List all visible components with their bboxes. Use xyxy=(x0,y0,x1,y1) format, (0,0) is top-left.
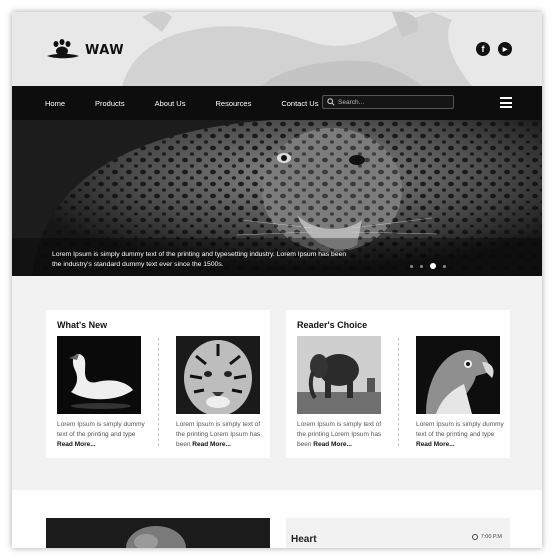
card-item-description: Lorem Ipsum is simply dummy text of the … xyxy=(416,421,504,438)
nav-item-products[interactable]: Products xyxy=(95,99,125,108)
article-time: 7:00 P.M xyxy=(471,534,502,540)
youtube-icon[interactable]: ▶ xyxy=(498,42,512,56)
read-more-link[interactable]: Read More... xyxy=(416,441,455,448)
paw-logo-icon xyxy=(47,39,79,59)
nav-item-contact-us[interactable]: Contact Us xyxy=(281,99,318,108)
card-whats-new: What's New Lorem Ipsum is simply dummy t… xyxy=(46,310,270,458)
nav-item-about-us[interactable]: About Us xyxy=(155,99,186,108)
logo[interactable]: WAW xyxy=(47,39,124,61)
card-title: What's New xyxy=(57,320,108,330)
eagle-image[interactable] xyxy=(416,336,500,414)
nav-item-resources[interactable]: Resources xyxy=(215,99,251,108)
card-readers-choice: Reader's Choice Lorem Ipsum is simply te… xyxy=(286,310,510,458)
slider-dot-active[interactable] xyxy=(430,263,436,269)
slider-dots xyxy=(410,263,446,269)
nav-item-home[interactable]: Home xyxy=(45,99,65,108)
search-input[interactable] xyxy=(338,98,448,106)
bottom-article-panel: Heart 7:00 P.M xyxy=(286,518,510,548)
elephant-image[interactable] xyxy=(297,336,381,414)
read-more-link[interactable]: Read More... xyxy=(192,441,231,448)
search-icon xyxy=(327,98,335,106)
card-item-text: Lorem Ipsum is simply dummy text of the … xyxy=(416,420,504,450)
read-more-link[interactable]: Read More... xyxy=(57,441,96,448)
card-item-text: Lorem Ipsum is simply dummy text of the … xyxy=(57,420,145,450)
tiger-image[interactable] xyxy=(176,336,260,414)
slider-dot[interactable] xyxy=(420,264,423,268)
article-time-text: 7:00 P.M xyxy=(480,534,502,540)
hero-caption: Lorem Ipsum is simply dummy text of the … xyxy=(52,251,347,268)
menu-icon[interactable] xyxy=(500,97,512,108)
brand-name: WAW xyxy=(85,42,125,58)
card-divider xyxy=(398,338,399,446)
hero-slider: Lorem Ipsum is simply dummy text of the … xyxy=(12,120,542,276)
card-item-text: Lorem Ipsum is simply text of the printi… xyxy=(176,420,264,450)
slider-dot[interactable] xyxy=(410,264,413,268)
clock-icon xyxy=(471,534,478,540)
card-divider xyxy=(158,338,159,446)
card-item-text: Lorem Ipsum is simply text of the printi… xyxy=(297,420,385,450)
article-title: Heart xyxy=(291,534,317,545)
page-frame: WAW f ▶ Home Products About Us Resources… xyxy=(12,12,542,548)
bottom-feature-image[interactable] xyxy=(46,518,270,548)
main-nav: Home Products About Us Resources Contact… xyxy=(12,86,542,120)
card-title: Reader's Choice xyxy=(297,320,368,330)
facebook-icon[interactable]: f xyxy=(476,42,490,56)
card-item-description: Lorem Ipsum is simply dummy text of the … xyxy=(57,421,145,438)
read-more-link[interactable]: Read More... xyxy=(313,441,352,448)
slider-dot[interactable] xyxy=(443,264,446,268)
social-links: f ▶ xyxy=(476,42,512,56)
swan-image[interactable] xyxy=(57,336,141,414)
search-box xyxy=(322,95,454,109)
header: WAW f ▶ xyxy=(12,12,542,86)
